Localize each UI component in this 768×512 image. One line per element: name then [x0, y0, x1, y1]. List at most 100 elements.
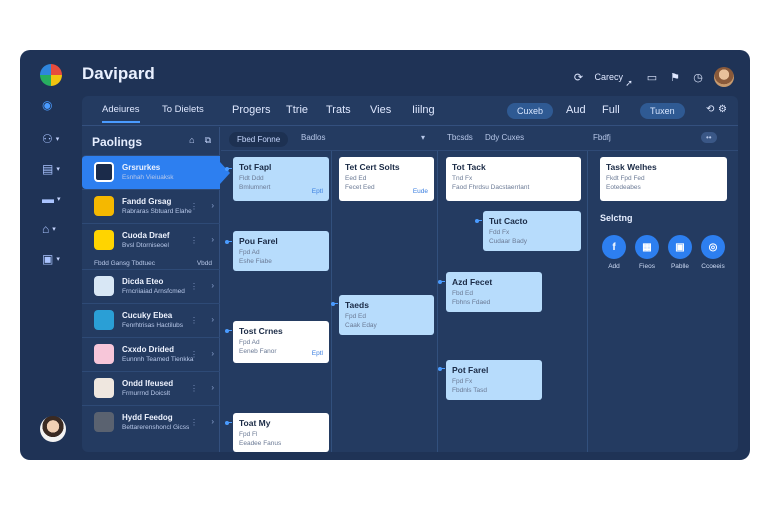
filter-chip[interactable]: Fbed Fonne — [229, 132, 289, 147]
task-card[interactable]: Task Welhes Fkdt Fpd Fed Eotedeabes — [600, 157, 727, 201]
more-icon[interactable]: ⋮ — [190, 236, 198, 245]
filter-label[interactable]: Badlos — [301, 133, 325, 142]
rail-people[interactable]: ⚇ ▾ — [42, 130, 72, 148]
task-card[interactable]: Tet Cert Solts Eed Ed Fecet Eed Eude — [339, 157, 434, 201]
sidebar-row[interactable]: Cuoda Draef Bvsl Dtorniseoel ⋮ › — [82, 223, 220, 257]
chevron-right-icon[interactable]: › — [211, 281, 214, 290]
task-card[interactable]: Tost Crnes Fpd Ad Eeneb Fanor Eptl — [233, 321, 329, 363]
row-subtitle: Bettarerenshoncl Gicss — [122, 424, 190, 431]
card-title: Azd Fecet — [452, 277, 493, 287]
sidebar-row[interactable]: Grsrurkes Esnhah Vieiuaksk — [82, 155, 230, 189]
row-name: Cxxdo Drided — [122, 345, 175, 354]
more-icon[interactable]: ⋮ — [190, 316, 198, 325]
task-card[interactable]: Azd Fecet Fbd Ed Fbhns Fdaed — [446, 272, 542, 312]
sidebar-row[interactable]: Hydd Feedog Bettarerenshoncl Gicss ⋮ › — [82, 405, 220, 439]
card-meta: Eshe Fiabe — [239, 258, 272, 265]
profile-avatar[interactable] — [40, 416, 66, 442]
rail-home-building[interactable]: ⌂ ▾ — [42, 220, 72, 238]
filter-mid-2[interactable]: Ddy Cuxes — [485, 133, 524, 142]
card-title: Pou Farel — [239, 236, 278, 246]
copy-icon[interactable]: ⧉ — [205, 135, 211, 146]
filter-chevron-icon[interactable]: ▾ — [421, 133, 425, 142]
top-right-controls: ⟳ Carecy ➚ ▭ ⚑ ◷ — [571, 64, 734, 90]
building-icon: ⌂ — [42, 222, 50, 236]
flag-icon[interactable]: ⚑ — [668, 70, 682, 84]
rail-inbox[interactable]: ▣ ▾ — [42, 250, 72, 268]
group-label-right: Vbdd — [196, 260, 212, 267]
chevron-right-icon[interactable]: › — [211, 383, 214, 392]
sync-icon[interactable]: ⟳ — [571, 70, 585, 84]
card-subtitle: Fpd Fx — [452, 378, 473, 385]
sidebar-row[interactable]: Ondd Ifeused Frmurrnd Doicslt ⋮ › — [82, 371, 220, 405]
chevron-right-icon[interactable]: › — [211, 417, 214, 426]
tab-full[interactable]: Full — [602, 104, 620, 116]
row-thumbnail — [94, 276, 114, 296]
tab-vies[interactable]: Vies — [370, 104, 391, 116]
task-card[interactable]: Toat My Fpd Fl Eeadee Fanus — [233, 413, 329, 452]
more-options-icon[interactable]: •• — [701, 132, 717, 143]
task-card[interactable]: Pou Farel Fpd Ad Eshe Fiabe — [233, 231, 329, 271]
chevron-right-icon[interactable]: › — [211, 201, 214, 210]
tab-adeiures[interactable]: Adeiures — [102, 104, 140, 123]
sidebar-row[interactable]: Cucuky Ebea Fenrhtrisas Hactilubs ⋮ › — [82, 303, 220, 337]
task-card[interactable]: Taeds Fpd Ed Caak Eday — [339, 295, 434, 335]
window-icon[interactable]: ▭ — [645, 70, 659, 84]
rail-messages[interactable]: ▬ ▾ — [42, 190, 72, 208]
tab-trats[interactable]: Trats — [326, 104, 351, 116]
more-icon[interactable]: ⋮ — [190, 384, 198, 393]
facebook-icon[interactable]: f — [602, 235, 626, 259]
row-name: Fandd Grsag — [122, 197, 172, 206]
chevron-right-icon[interactable]: › — [211, 235, 214, 244]
clock-icon[interactable]: ◷ — [691, 70, 705, 84]
sidebar-row[interactable]: Dicda Eteo Frncriiaiad Arnsfcmed ⋮ › — [82, 269, 220, 303]
sidebar-heading: Paolings — [92, 135, 143, 149]
filter-row: Fbed Fonne Badlos ▾ Tbcsds Ddy Cuxes Fbd… — [221, 127, 738, 151]
row-name: Cuoda Draef — [122, 231, 170, 240]
files-icon[interactable]: ▦ — [635, 235, 659, 259]
sidebar-group-label: Fbdd Gansg Tbdtuec Vbdd — [94, 260, 212, 267]
rail-chat[interactable]: ▤ ▾ — [42, 160, 72, 178]
tab-to-dielets[interactable]: To Dielets — [162, 104, 204, 115]
tab-ttrie[interactable]: Ttrie — [286, 104, 308, 116]
actions-title: Selctng — [600, 213, 633, 223]
task-card[interactable]: Tot Fapl Fldt Ddd Bmlumnert Eptl — [233, 157, 329, 201]
action-label: Fieos — [639, 263, 655, 270]
more-icon[interactable]: ⋮ — [190, 418, 198, 427]
user-avatar[interactable] — [714, 67, 734, 87]
card-meta: Eeadee Fanus — [239, 440, 282, 447]
more-icon[interactable]: ⋮ — [190, 202, 198, 211]
chevron-down-icon: ▾ — [56, 166, 60, 173]
settings-icon[interactable]: ⚙ — [718, 104, 727, 115]
refresh-icon[interactable]: ⟲ — [706, 104, 714, 115]
target-icon[interactable]: ◎ — [701, 235, 725, 259]
rail-home[interactable]: ◉ — [42, 96, 72, 114]
table-icon[interactable]: ▣ — [668, 235, 692, 259]
row-subtitle: Fenrhtrisas Hactilubs — [122, 322, 184, 329]
more-icon[interactable]: ⋮ — [190, 282, 198, 291]
connector-dot — [225, 239, 232, 244]
tab-iiilng[interactable]: Iiilng — [412, 104, 435, 116]
chevron-right-icon[interactable]: › — [211, 349, 214, 358]
card-title: Tot Fapl — [239, 162, 272, 172]
tab-aud[interactable]: Aud — [566, 104, 586, 116]
chip-cuxeb[interactable]: Cuxeb — [507, 103, 554, 119]
task-card[interactable]: Tot Tack Tnd Fx Faod Fhrdsu Dacstaerrlan… — [446, 157, 581, 201]
filter-mid-1[interactable]: Tbcsds — [447, 133, 473, 142]
sidebar-row[interactable]: Cxxdo Drided Eunnnh Teamed Tienkka ⋮ › — [82, 337, 220, 371]
connector-dot — [438, 366, 445, 371]
sidebar-row[interactable]: Fandd Grsag Rabraras Sbtuard Elahe ⋮ › — [82, 189, 220, 223]
inbox-icon: ▣ — [42, 252, 54, 266]
column-divider — [587, 151, 588, 452]
more-icon[interactable]: ⋮ — [190, 350, 198, 359]
group-label-left: Fbdd Gansg Tbdtuec — [94, 260, 155, 267]
filter-right[interactable]: Fbdfj — [593, 133, 611, 142]
task-card[interactable]: Pot Farel Fpd Fx Fbdnls Tasd — [446, 360, 542, 400]
chip-tuxen[interactable]: Tuxen — [640, 103, 685, 119]
target-icon: ◉ — [42, 98, 53, 112]
task-card[interactable]: Tut Cacto Fdd Fx Cudaar Bady — [483, 211, 581, 251]
home-icon[interactable]: ⌂ — [189, 135, 194, 146]
chevron-right-icon[interactable]: › — [211, 315, 214, 324]
app-window: Davipard ⟳ Carecy ➚ ▭ ⚑ ◷ ◉ ⚇ ▾ ▤ ▾ ▬ ▾ ⌂ ▾ … — [20, 50, 750, 460]
chevron-down-icon: ▾ — [56, 256, 60, 263]
tab-progers[interactable]: Progers — [232, 104, 271, 116]
